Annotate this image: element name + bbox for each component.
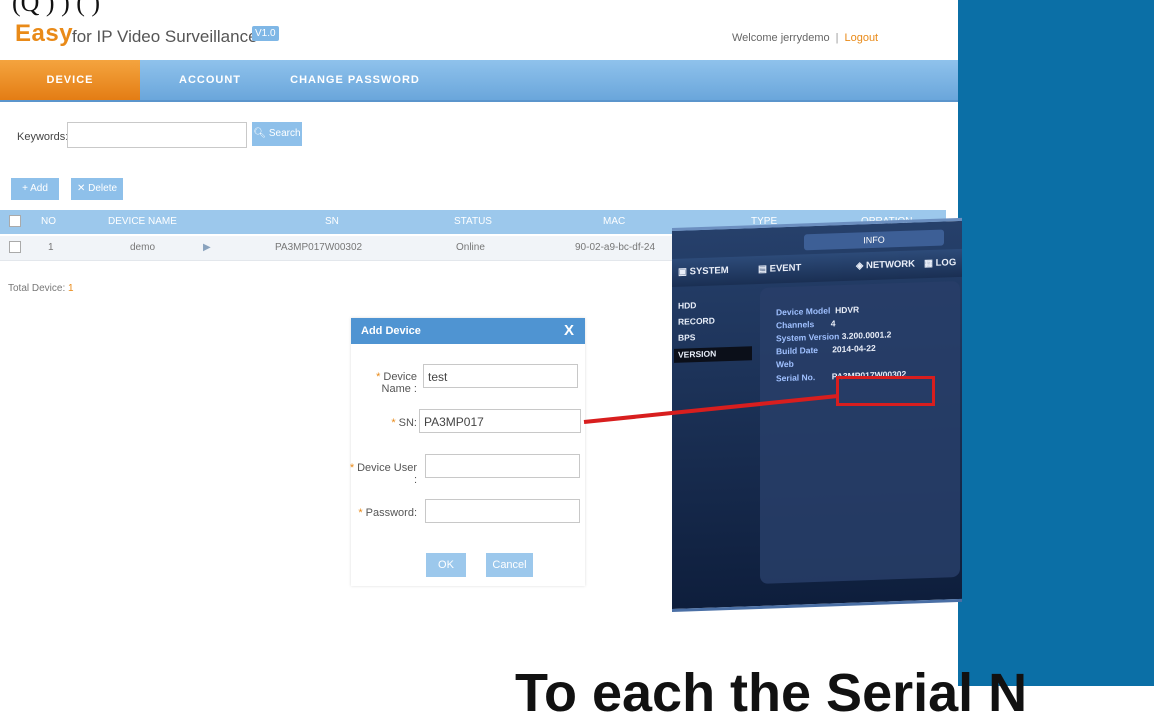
connector-line (583, 394, 839, 424)
caption-text: To each the Serial N (515, 663, 1028, 723)
connector-arrow (583, 394, 839, 424)
